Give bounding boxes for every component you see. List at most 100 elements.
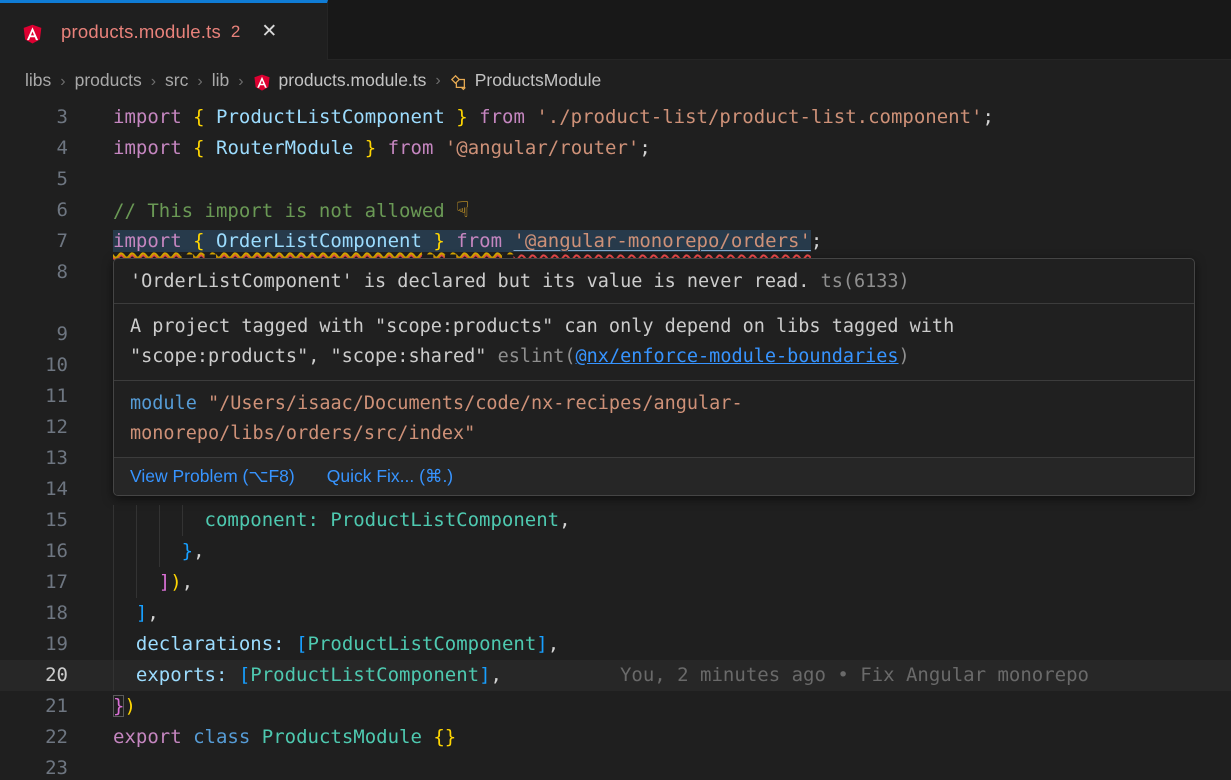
code-content: ],	[113, 598, 159, 629]
token-id: RouterModule	[216, 137, 353, 159]
ts-error-section: 'OrderListComponent' is declared but its…	[114, 259, 1194, 304]
code-line-21[interactable]: 21})	[0, 691, 1231, 722]
tab-bar: products.module.ts 2 ✕	[0, 0, 1231, 60]
code-editor[interactable]: 3import { ProductListComponent } from '.…	[0, 101, 1231, 780]
line-number: 16	[0, 536, 68, 567]
code-line-17[interactable]: 17 ]),	[0, 567, 1231, 598]
ts-error-source: ts(6133)	[821, 271, 910, 292]
module-info-section: module "/Users/isaac/Documents/code/nx-r…	[114, 381, 1194, 458]
line-number: 12	[0, 412, 68, 443]
token-str: './product-list/product-list.component'	[536, 106, 982, 128]
code-line-7[interactable]: 7 import { OrderListComponent } from '@an…	[0, 226, 1231, 257]
token-pn	[353, 137, 364, 159]
breadcrumb-item-libs[interactable]: libs	[25, 70, 51, 90]
token-pn: ;	[639, 137, 650, 159]
module-keyword: module	[130, 393, 197, 414]
code-line-22[interactable]: 22export class ProductsModule {}	[0, 722, 1231, 753]
token-kw: import	[113, 137, 182, 159]
token-br1: )	[124, 695, 135, 717]
token-kw: from	[479, 106, 525, 128]
breadcrumb-item-lib[interactable]: lib	[212, 70, 230, 90]
tab-title: products.module.ts	[61, 21, 221, 43]
token-prop: declarations:	[136, 633, 285, 655]
line-number	[0, 288, 68, 319]
breadcrumb-symbol[interactable]: ProductsModule	[475, 70, 601, 91]
line-number: 6	[0, 195, 68, 226]
token-ig	[182, 505, 205, 536]
code-line-4[interactable]: 4import { RouterModule } from '@angular/…	[0, 133, 1231, 164]
eslint-rule-link[interactable]: @nx/enforce-module-boundaries	[576, 346, 899, 367]
token-ig	[136, 567, 159, 598]
line-number: 15	[0, 505, 68, 536]
token-pn: ,	[193, 540, 204, 562]
breadcrumb-separator: ›	[197, 73, 202, 90]
ts-error-message: 'OrderListComponent' is declared but its…	[130, 271, 821, 292]
view-problem-button[interactable]: View Problem (⌥F8)	[130, 466, 295, 487]
code-line-5[interactable]: 5	[0, 164, 1231, 195]
token-pn	[182, 106, 193, 128]
breadcrumb-item-src[interactable]: src	[165, 70, 188, 90]
breadcrumb-separator: ›	[238, 73, 243, 90]
token-br1: {}	[433, 726, 456, 748]
hover-actions-bar: View Problem (⌥F8) Quick Fix... (⌘.)	[114, 458, 1194, 495]
code-line-19[interactable]: 19 declarations: [ProductListComponent],	[0, 629, 1231, 660]
token-emoji: ☟	[456, 198, 469, 223]
token-ig	[113, 505, 136, 536]
token-pn	[182, 137, 193, 159]
token-pn	[205, 230, 216, 252]
code-line-6[interactable]: 6 // This import is not allowed ☟	[0, 195, 1231, 226]
quick-fix-button[interactable]: Quick Fix... (⌘.)	[327, 466, 453, 487]
token-ig	[113, 598, 136, 629]
line-number: 19	[0, 629, 68, 660]
code-content: declarations: [ProductListComponent],	[113, 629, 559, 660]
token-pn	[182, 726, 193, 748]
angular-icon	[253, 73, 271, 92]
line-number: 4	[0, 133, 68, 164]
breadcrumb-file[interactable]: products.module.ts	[279, 70, 427, 91]
token-ig	[113, 536, 136, 567]
close-icon[interactable]: ✕	[258, 20, 280, 43]
line-number: 17	[0, 567, 68, 598]
code-line-20[interactable]: 20 exports: [ProductListComponent],You, …	[0, 660, 1231, 691]
token-pn: ;	[811, 230, 822, 252]
line-number: 7	[0, 226, 68, 257]
token-propt: component:	[205, 509, 319, 531]
token-kw: import	[113, 230, 182, 252]
code-line-3[interactable]: 3import { ProductListComponent } from '.…	[0, 102, 1231, 133]
token-kw: import	[113, 106, 182, 128]
error-hover-popup: 'OrderListComponent' is declared but its…	[113, 258, 1195, 496]
breadcrumb-item-products[interactable]: products	[75, 70, 142, 90]
code-line-18[interactable]: 18 ],	[0, 598, 1231, 629]
token-id: OrderListComponent	[216, 230, 422, 252]
token-pn: ,	[147, 602, 158, 624]
code-content: exports: [ProductListComponent],You, 2 m…	[113, 660, 1089, 691]
token-br3: }	[182, 540, 193, 562]
token-cls: ProductsModule	[262, 726, 422, 748]
token-pn	[319, 509, 330, 531]
token-blame: You, 2 minutes ago • Fix Angular monorep…	[620, 664, 1089, 686]
token-pn	[445, 230, 456, 252]
symbol-class-icon	[450, 74, 467, 91]
breadcrumb: libs › products › src › lib › products.module.t…	[0, 60, 1231, 101]
code-line-23[interactable]: 23	[0, 753, 1231, 780]
code-content: component: ProductListComponent,	[113, 505, 571, 536]
tab-products-module[interactable]: products.module.ts 2 ✕	[0, 0, 328, 60]
breadcrumb-separator: ›	[435, 72, 440, 90]
code-content: // This import is not allowed ☟	[113, 195, 469, 226]
token-pn	[422, 726, 433, 748]
code-content: export class ProductsModule {}	[113, 722, 456, 753]
token-pn	[502, 230, 513, 252]
breadcrumb-separator: ›	[60, 73, 65, 90]
token-br3: [	[239, 664, 250, 686]
eslint-error-line1: A project tagged with "scope:products" c…	[130, 316, 954, 337]
eslint-source-prefix: eslint(	[498, 346, 576, 367]
code-content: import { OrderListComponent } from '@ang…	[113, 226, 822, 257]
token-kw: from	[388, 137, 434, 159]
eslint-source-suffix: )	[899, 346, 910, 367]
line-number: 11	[0, 381, 68, 412]
code-line-16[interactable]: 16 },	[0, 536, 1231, 567]
line-number: 5	[0, 164, 68, 195]
token-pn	[250, 726, 261, 748]
code-line-15[interactable]: 15 component: ProductListComponent,	[0, 505, 1231, 536]
token-brm: }	[113, 695, 124, 717]
